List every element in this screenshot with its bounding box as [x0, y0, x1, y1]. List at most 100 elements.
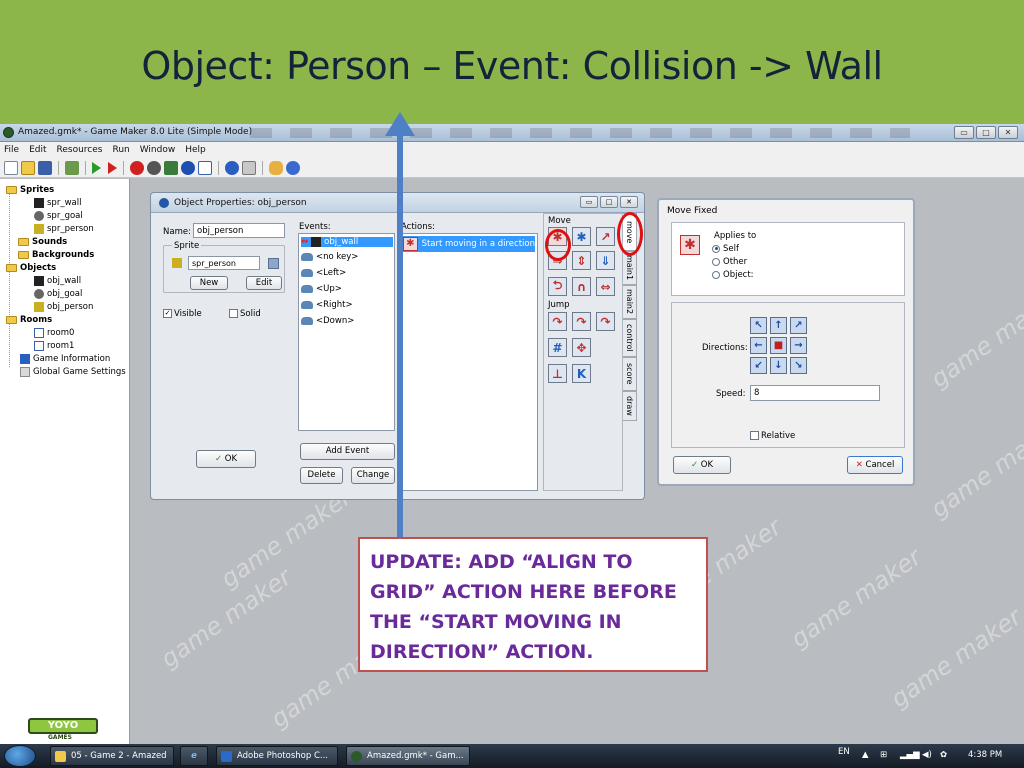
help-icon[interactable]: [286, 160, 300, 175]
tab-score[interactable]: score: [623, 357, 637, 391]
tree-item-game-info[interactable]: Game Information: [20, 354, 110, 364]
direction-right-icon[interactable]: →: [790, 337, 807, 354]
speed-input[interactable]: 8: [750, 385, 880, 401]
relative-checkbox[interactable]: Relative: [750, 431, 795, 441]
tray-expand-icon[interactable]: ▲: [862, 750, 869, 760]
add-event-button[interactable]: Add Event: [300, 443, 395, 460]
move-to-contact-icon[interactable]: ⊥: [548, 364, 567, 383]
create-executable-icon[interactable]: [65, 160, 79, 175]
create-background-icon[interactable]: [164, 160, 178, 175]
jump-random-icon[interactable]: ↷: [596, 312, 615, 331]
speed-vertical-icon[interactable]: ⇕: [572, 251, 591, 270]
create-room-icon[interactable]: [198, 160, 212, 175]
events-list[interactable]: ⇔ obj_wall <no key> <Left> <Up> <Right> <…: [298, 233, 395, 431]
applies-other-radio[interactable]: Other: [712, 257, 747, 267]
jump-to-start-icon[interactable]: ↷: [572, 312, 591, 331]
ok-button[interactable]: ✓ OK: [196, 450, 256, 468]
tree-folder-objects[interactable]: Objects: [6, 263, 56, 273]
new-file-icon[interactable]: [4, 160, 18, 175]
direction-left-icon[interactable]: ←: [750, 337, 767, 354]
move-towards-icon[interactable]: ↗: [596, 227, 615, 246]
tree-folder-rooms[interactable]: Rooms: [6, 315, 52, 325]
actions-list[interactable]: ✱ Start moving in a direction: [400, 233, 538, 491]
move-fixed-ok-button[interactable]: ✓ OK: [673, 456, 731, 474]
save-icon[interactable]: [38, 160, 52, 175]
create-object-icon[interactable]: [181, 160, 195, 175]
reverse-horizontal-icon[interactable]: ⮌: [548, 277, 567, 296]
task-explorer-folder[interactable]: 05 - Game 2 - Amazed: [50, 746, 174, 766]
direction-stop-icon[interactable]: ■: [770, 337, 787, 354]
menu-run[interactable]: Run: [112, 145, 129, 155]
tab-main2[interactable]: main2: [623, 285, 637, 319]
direction-up-left-icon[interactable]: ↖: [750, 317, 767, 334]
gravity-icon[interactable]: ⇓: [596, 251, 615, 270]
edit-sprite-button[interactable]: Edit: [246, 276, 282, 290]
align-to-grid-icon[interactable]: #: [548, 338, 567, 357]
internet-explorer-icon[interactable]: e: [180, 746, 208, 766]
task-game-maker[interactable]: Amazed.gmk* - Gam...: [346, 746, 470, 766]
start-button-icon[interactable]: [4, 745, 36, 767]
advanced-mode-icon[interactable]: [269, 160, 283, 175]
direction-down-left-icon[interactable]: ↙: [750, 357, 767, 374]
move-fixed-cancel-button[interactable]: ✕ Cancel: [847, 456, 903, 474]
tree-item-spr-wall[interactable]: spr_wall: [34, 198, 81, 208]
tree-item-obj-person[interactable]: obj_person: [34, 302, 93, 312]
menu-file[interactable]: File: [4, 145, 19, 155]
debug-run-icon[interactable]: [108, 161, 117, 174]
menu-edit[interactable]: Edit: [29, 145, 46, 155]
tree-folder-sprites[interactable]: Sprites: [6, 185, 54, 195]
tree-item-room0[interactable]: room0: [34, 328, 74, 338]
reverse-vertical-icon[interactable]: ∩: [572, 277, 591, 296]
maximize-icon[interactable]: □: [600, 196, 618, 208]
tree-item-obj-wall[interactable]: obj_wall: [34, 276, 81, 286]
clock[interactable]: 4:38 PM: [968, 750, 1002, 760]
direction-down-right-icon[interactable]: ↘: [790, 357, 807, 374]
tree-item-spr-person[interactable]: spr_person: [34, 224, 94, 234]
event-collision-wall[interactable]: ⇔ obj_wall: [301, 237, 393, 247]
create-sound-icon[interactable]: [147, 160, 161, 175]
run-icon[interactable]: [92, 161, 101, 174]
visible-checkbox[interactable]: ✓ Visible: [163, 309, 202, 319]
wrap-screen-icon[interactable]: ✥: [572, 338, 591, 357]
tab-control[interactable]: control: [623, 319, 637, 357]
direction-down-icon[interactable]: ↓: [770, 357, 787, 374]
solid-checkbox[interactable]: Solid: [229, 309, 261, 319]
event-left[interactable]: <Left>: [301, 268, 346, 278]
maximize-icon[interactable]: □: [976, 126, 996, 139]
tab-main1[interactable]: main1: [623, 251, 637, 285]
tree-item-room1[interactable]: room1: [34, 341, 74, 351]
create-sprite-icon[interactable]: [130, 160, 144, 175]
change-event-button[interactable]: Change: [351, 467, 395, 484]
friction-icon[interactable]: ⇔: [596, 277, 615, 296]
applies-self-radio[interactable]: Self: [712, 244, 739, 254]
event-down[interactable]: <Down>: [301, 316, 354, 326]
direction-up-right-icon[interactable]: ↗: [790, 317, 807, 334]
tree-item-spr-goal[interactable]: spr_goal: [34, 211, 83, 221]
tree-folder-backgrounds[interactable]: Backgrounds: [18, 250, 94, 260]
sprite-menu-icon[interactable]: [268, 258, 279, 269]
minimize-icon[interactable]: ▭: [954, 126, 974, 139]
close-icon[interactable]: ✕: [620, 196, 638, 208]
direction-up-icon[interactable]: ↑: [770, 317, 787, 334]
delete-event-button[interactable]: Delete: [300, 467, 343, 484]
volume-icon[interactable]: ◀): [922, 750, 932, 760]
menu-help[interactable]: Help: [185, 145, 206, 155]
sprite-select[interactable]: spr_person: [188, 256, 260, 270]
bounce-icon[interactable]: K: [572, 364, 591, 383]
signal-icon[interactable]: ▂▄▆: [900, 750, 920, 760]
game-info-icon[interactable]: [225, 160, 239, 175]
new-sprite-button[interactable]: New: [190, 276, 228, 290]
action-start-moving[interactable]: ✱ Start moving in a direction: [403, 236, 535, 252]
open-folder-icon[interactable]: [21, 160, 35, 175]
task-photoshop[interactable]: Adobe Photoshop C...: [216, 746, 338, 766]
tab-draw[interactable]: draw: [623, 391, 637, 421]
jump-to-position-icon[interactable]: ↷: [548, 312, 567, 331]
minimize-icon[interactable]: ▭: [580, 196, 598, 208]
tree-folder-sounds[interactable]: Sounds: [18, 237, 67, 247]
tree-item-obj-goal[interactable]: obj_goal: [34, 289, 82, 299]
tray-app-icon[interactable]: ✿: [940, 750, 947, 760]
applies-object-radio[interactable]: Object:: [712, 270, 754, 280]
global-settings-icon[interactable]: [242, 160, 256, 175]
event-up[interactable]: <Up>: [301, 284, 342, 294]
event-no-key[interactable]: <no key>: [301, 252, 358, 262]
